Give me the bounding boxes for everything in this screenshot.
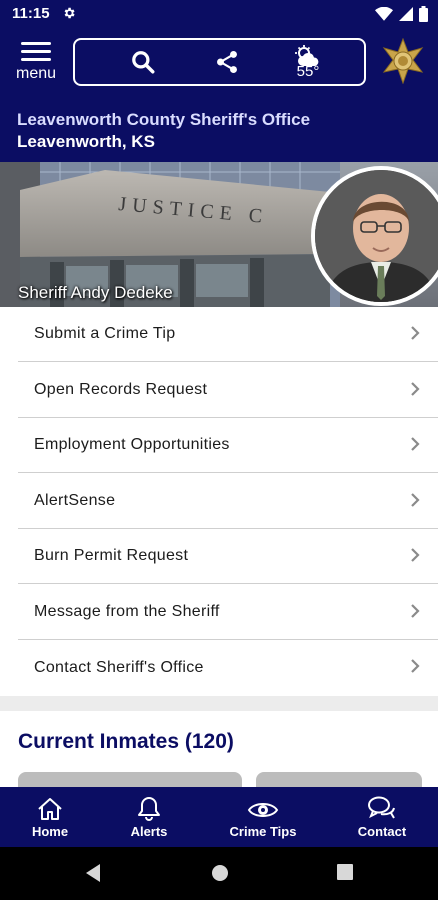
tab-label: Home [31,824,69,839]
menu-item-label: Submit a Crime Tip [34,325,176,342]
chat-bubbles-icon [337,795,427,821]
current-inmates-title: Current Inmates (120) [18,730,234,753]
chevron-right-icon [411,604,420,618]
tab-label: Alerts [130,824,168,839]
eye-icon [218,795,308,821]
chevron-right-icon [411,493,420,507]
menu-item-submit-crime-tip[interactable]: Submit a Crime Tip [18,307,438,362]
chevron-right-icon [411,437,420,451]
toolbar-group: 55° [73,38,366,86]
menu-item-employment-opportunities[interactable]: Employment Opportunities [18,418,438,473]
hero-caption: Sheriff Andy Dedeke [18,283,173,302]
menu-item-open-records-request[interactable]: Open Records Request [18,363,438,418]
tab-home[interactable]: Home [5,795,95,839]
agency-header: Leavenworth County Sheriff's Office Leav… [0,100,438,162]
menu-label: menu [15,65,57,82]
recents-icon[interactable] [336,863,354,881]
share-icon [217,50,237,74]
current-inmates-section: Current Inmates (120) [0,711,438,787]
chevron-right-icon [411,659,420,673]
bell-icon [104,795,194,821]
tab-label: Contact [357,824,407,839]
quick-links-list: Submit a Crime Tip Open Records Request … [0,307,438,697]
search-icon [132,51,155,74]
tab-label: Crime Tips [229,824,297,839]
signal-icon [399,7,413,21]
back-icon[interactable] [84,863,102,883]
menu-item-alertsense[interactable]: AlertSense [18,474,438,529]
home-icon [5,795,95,821]
chevron-right-icon [411,326,420,340]
search-button[interactable] [113,40,173,84]
menu-item-contact-sheriffs-office[interactable]: Contact Sheriff's Office [18,640,438,695]
battery-icon [419,6,428,22]
agency-city: Leavenworth, KS [17,132,155,151]
inmate-card[interactable] [18,772,242,787]
menu-item-label: Burn Permit Request [34,547,189,564]
inmate-card[interactable] [256,772,422,787]
tab-alerts[interactable]: Alerts [104,795,194,839]
agency-name: Leavenworth County Sheriff's Office [17,110,311,129]
status-bar: 11:15 [0,0,438,28]
menu-item-burn-permit-request[interactable]: Burn Permit Request [18,529,438,584]
sheriff-portrait [311,166,438,306]
weather-button[interactable]: 55° [278,40,338,84]
hero-banner: JUSTICE C Sheriff Andy Dedeke [0,162,438,307]
system-nav-bar [0,847,438,900]
status-time: 11:15 [12,5,50,22]
settings-gear-icon [62,6,76,25]
app-bar: menu 55° [0,28,438,100]
menu-item-message-from-sheriff[interactable]: Message from the Sheriff [18,585,438,640]
weather-temperature: 55° [296,63,320,80]
section-divider [0,696,438,711]
tab-crime-tips[interactable]: Crime Tips [218,795,308,839]
share-button[interactable] [197,40,257,84]
menu-item-label: Message from the Sheriff [34,603,220,620]
hamburger-icon [21,42,51,61]
tab-contact[interactable]: Contact [337,795,427,839]
menu-item-label: Open Records Request [34,381,208,398]
system-icons [375,6,428,22]
wifi-icon [375,7,393,21]
chevron-right-icon [411,548,420,562]
chevron-right-icon [411,382,420,396]
menu-item-label: Employment Opportunities [34,436,230,453]
menu-item-label: AlertSense [34,492,116,509]
bottom-tab-bar: Home Alerts Crime Tips Contact [0,787,438,847]
menu-button[interactable]: menu [10,40,62,92]
menu-item-label: Contact Sheriff's Office [34,658,204,676]
sheriff-badge-icon [380,37,426,89]
home-nav-icon[interactable] [210,863,230,883]
